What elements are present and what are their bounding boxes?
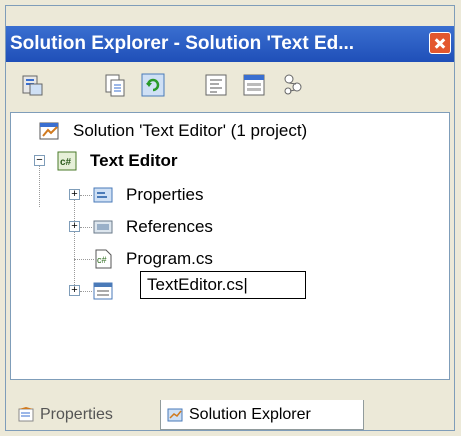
- window-title: Solution Explorer - Solution 'Text Ed...: [10, 33, 355, 54]
- tree-connector: [80, 195, 92, 196]
- refresh-button[interactable]: [140, 72, 166, 98]
- collapse-toggle-icon[interactable]: −: [34, 155, 45, 166]
- class-view-button[interactable]: [280, 72, 306, 98]
- show-all-files-button[interactable]: [102, 72, 128, 98]
- expand-toggle-icon[interactable]: +: [69, 221, 80, 232]
- tree-connector: [80, 227, 92, 228]
- properties-folder-icon: [93, 187, 113, 203]
- properties-button[interactable]: [20, 72, 46, 98]
- toolbar: [6, 62, 454, 112]
- form-file-icon: [93, 282, 113, 300]
- tab-properties[interactable]: Properties: [12, 400, 158, 430]
- text-cursor: |: [243, 275, 248, 294]
- tab-properties-label: Properties: [40, 406, 113, 423]
- expand-toggle-icon[interactable]: +: [69, 189, 80, 200]
- tab-solution-explorer-label: Solution Explorer: [189, 406, 311, 423]
- rename-input-value: TextEditor.cs: [147, 275, 244, 294]
- tree-connector: [39, 165, 40, 207]
- properties-window-icon: [18, 407, 34, 422]
- solution-label: Solution 'Text Editor' (1 project): [73, 121, 308, 140]
- references-icon: [93, 220, 113, 234]
- refresh-icon: [141, 73, 165, 97]
- properties-icon: [22, 75, 43, 96]
- view-designer-icon: [243, 74, 265, 96]
- tab-solution-explorer[interactable]: Solution Explorer: [160, 400, 364, 430]
- solution-tree[interactable]: Solution 'Text Editor' (1 project) − c# …: [10, 112, 450, 380]
- expand-toggle-icon[interactable]: +: [69, 285, 80, 296]
- svg-text:c#: c#: [97, 255, 107, 265]
- csharp-project-icon: c#: [57, 151, 77, 171]
- tree-item-label: Properties: [126, 185, 204, 204]
- csharp-file-icon: c#: [95, 249, 112, 269]
- solution-explorer-panel: Solution Explorer - Solution 'Text Ed...: [5, 5, 455, 431]
- svg-text:c#: c#: [60, 157, 72, 168]
- tree-item-label: References: [126, 217, 213, 236]
- solution-explorer-icon: [167, 408, 183, 422]
- rename-input[interactable]: TextEditor.cs|: [140, 271, 306, 299]
- tree-connector: [80, 291, 92, 292]
- tree-connector: [74, 189, 75, 293]
- solution-explorer-window: Solution Explorer - Solution 'Text Ed...: [0, 0, 461, 436]
- bottom-tabs: Properties Solution Explorer: [6, 380, 454, 430]
- project-label: Text Editor: [90, 151, 178, 170]
- solution-icon: [39, 122, 59, 140]
- view-code-button[interactable]: [203, 72, 229, 98]
- close-icon[interactable]: [429, 32, 451, 54]
- show-all-files-icon: [105, 74, 125, 97]
- class-view-icon: [284, 74, 302, 95]
- title-bar[interactable]: Solution Explorer - Solution 'Text Ed...: [6, 26, 454, 62]
- tree-item-label: Program.cs: [126, 249, 213, 268]
- tree-connector: [74, 259, 94, 260]
- view-code-icon: [205, 74, 227, 96]
- view-designer-button[interactable]: [241, 72, 267, 98]
